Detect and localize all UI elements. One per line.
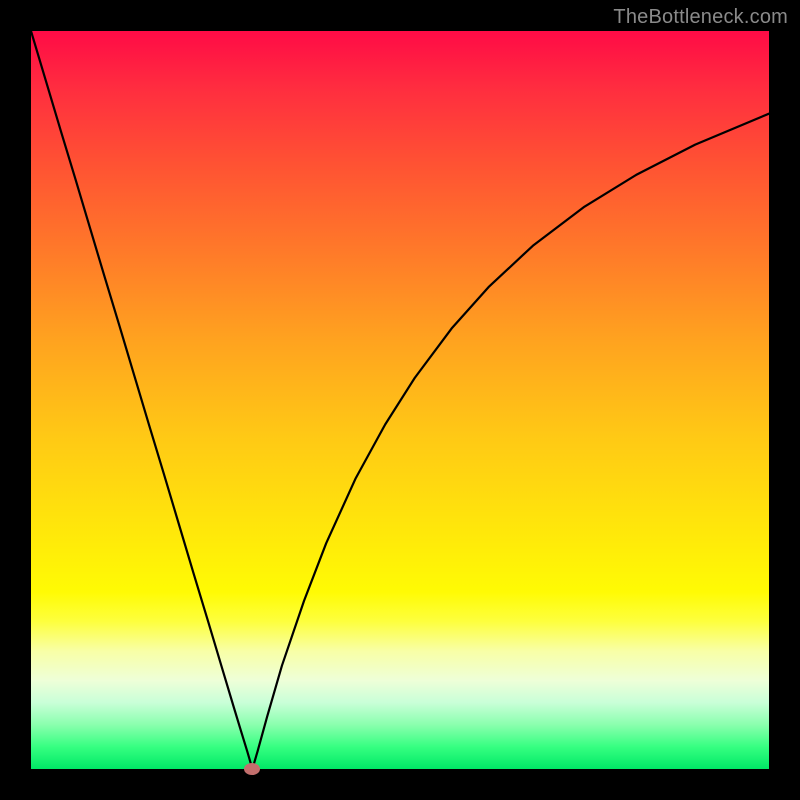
watermark-text: TheBottleneck.com: [613, 6, 788, 29]
vertex-marker: [244, 763, 260, 775]
bottleneck-curve: [31, 31, 769, 769]
plot-area: [31, 31, 769, 769]
chart-container: TheBottleneck.com: [0, 0, 800, 800]
